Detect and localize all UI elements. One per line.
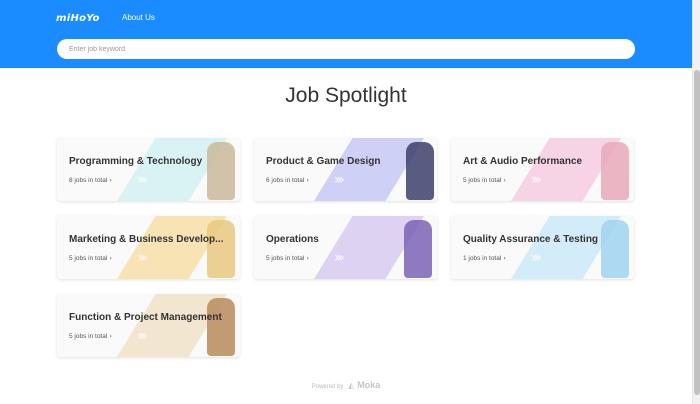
card-title: Function & Project Management [69,312,222,323]
chevron-decoration-icon: ››› [137,250,148,266]
character-illustration [601,220,629,278]
card-job-count: 5 jobs in total › [463,176,506,184]
character-illustration [207,142,235,200]
card-job-count: 5 jobs in total › [266,254,309,262]
vertical-scrollbar[interactable] [692,0,700,404]
job-category-card[interactable]: ››› Function & Project Management 5 jobs… [57,294,240,357]
card-title: Operations [266,234,319,245]
chevron-right-icon: › [109,254,112,262]
moka-brand[interactable]: Moka [357,380,380,390]
chevron-right-icon: › [306,176,309,184]
card-title: Product & Game Design [266,156,381,167]
chevron-right-icon: › [109,332,112,340]
character-illustration [207,298,235,356]
about-us-link[interactable]: About Us [122,13,155,22]
chevron-decoration-icon: ››› [334,250,345,266]
card-title: Programming & Technology [69,156,203,167]
scrollbar-thumb[interactable] [694,70,700,395]
chevron-decoration-icon: ››› [531,250,542,266]
moka-logo-icon: ◭ [348,381,355,390]
card-title: Quality Assurance & Testing [463,234,599,245]
chevron-decoration-icon: ››› [334,172,345,188]
page-title: Job Spotlight [285,84,407,107]
chevron-right-icon: › [109,176,112,184]
chevron-right-icon: › [306,254,309,262]
job-category-card[interactable]: ››› Quality Assurance & Testing 1 jobs i… [451,216,634,279]
job-category-card[interactable]: ››› Product & Game Design 6 jobs in tota… [254,138,437,201]
card-job-count: 1 jobs in total › [463,254,506,262]
character-illustration [404,220,432,278]
top-header: miHoYo About Us [0,0,692,68]
card-job-count: 8 jobs in total › [69,176,112,184]
chevron-right-icon: › [503,254,506,262]
card-job-count: 6 jobs in total › [266,176,309,184]
character-illustration [601,142,629,200]
chevron-right-icon: › [503,176,506,184]
mihoyo-logo[interactable]: miHoYo [56,13,100,24]
job-category-card[interactable]: ››› Art & Audio Performance 5 jobs in to… [451,138,634,201]
card-job-count: 5 jobs in total › [69,332,112,340]
job-category-card[interactable]: ››› Operations 5 jobs in total › [254,216,437,279]
chevron-decoration-icon: ››› [137,328,148,344]
job-category-card[interactable]: ››› Marketing & Business Develop... 5 jo… [57,216,240,279]
card-title: Marketing & Business Develop... [69,234,224,245]
card-title: Art & Audio Performance [463,156,583,167]
powered-by-footer: Powered by ◭ Moka [0,380,692,390]
chevron-decoration-icon: ››› [531,172,542,188]
character-illustration [406,142,434,200]
card-job-count: 5 jobs in total › [69,254,112,262]
job-category-card[interactable]: ››› Programming & Technology 8 jobs in t… [57,138,240,201]
chevron-decoration-icon: ››› [137,172,148,188]
powered-by-label: Powered by [311,384,344,390]
job-keyword-search-input[interactable] [57,39,635,59]
character-illustration [207,220,235,278]
